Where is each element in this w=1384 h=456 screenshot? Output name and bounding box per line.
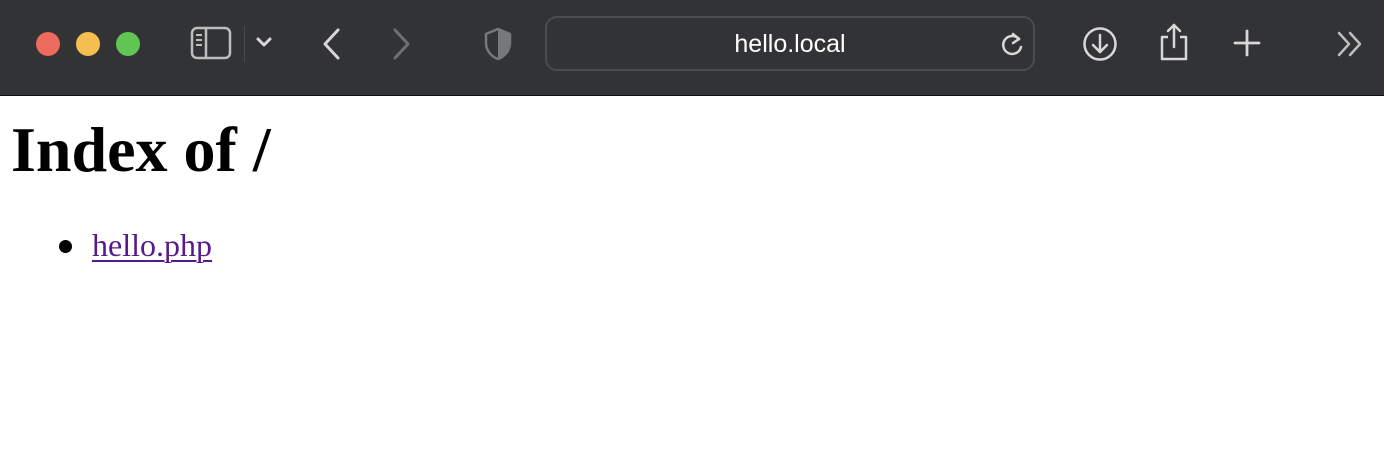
toolbar-separator xyxy=(244,26,245,62)
share-icon[interactable] xyxy=(1157,22,1191,62)
page-title: Index of / xyxy=(11,114,271,185)
chevron-down-icon[interactable] xyxy=(255,35,273,49)
plus-icon[interactable] xyxy=(1232,28,1262,58)
address-bar[interactable]: hello.local xyxy=(545,16,1035,71)
download-icon[interactable] xyxy=(1081,25,1119,63)
url-text[interactable]: hello.local xyxy=(547,18,1033,69)
minimize-window-button[interactable] xyxy=(76,32,100,56)
zoom-window-button[interactable] xyxy=(116,32,140,56)
privacy-shield-icon[interactable] xyxy=(482,26,514,62)
file-link-hello-php[interactable]: hello.php xyxy=(92,225,212,265)
back-arrow-icon[interactable] xyxy=(318,26,344,62)
page-content: Index of / hello.php xyxy=(0,97,1384,456)
reload-icon[interactable] xyxy=(999,31,1025,59)
forward-arrow-icon[interactable] xyxy=(389,26,415,62)
close-window-button[interactable] xyxy=(36,32,60,56)
bullet-icon xyxy=(59,240,72,253)
double-chevron-icon[interactable] xyxy=(1335,30,1367,58)
browser-toolbar: hello.local xyxy=(0,0,1384,96)
sidebar-icon[interactable] xyxy=(190,26,232,60)
